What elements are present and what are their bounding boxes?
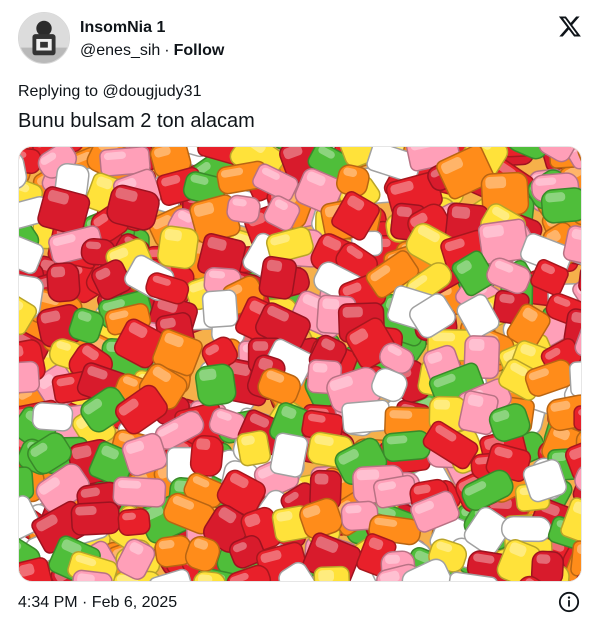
handle-separator: · — [164, 42, 170, 59]
candy-piece — [569, 359, 581, 397]
candy-piece — [112, 476, 167, 508]
author-handle[interactable]: @enes_sih — [80, 42, 160, 59]
candy-piece — [19, 360, 41, 395]
candy-piece — [530, 550, 564, 581]
candy-piece — [46, 262, 81, 303]
candy-piece — [31, 402, 74, 432]
candy-piece — [194, 363, 237, 407]
candy-piece — [581, 409, 582, 442]
candy-piece — [540, 187, 581, 224]
author-info: InsomNia 1 @enes_sih · Follow — [80, 18, 224, 62]
candy-piece — [500, 515, 552, 543]
candy-piece — [70, 501, 121, 536]
author-display-name[interactable]: InsomNia 1 — [80, 18, 224, 38]
candy-piece — [117, 508, 151, 537]
info-icon[interactable] — [558, 591, 580, 613]
candy-piece — [573, 405, 581, 431]
candy-piece — [236, 430, 272, 467]
candy-piece — [313, 565, 351, 581]
candy-piece — [341, 399, 392, 435]
candy-piece — [19, 581, 34, 582]
candy-piece — [157, 225, 199, 270]
tweet-media-image[interactable] — [18, 146, 582, 582]
candy-pile-photo — [19, 147, 582, 582]
candy-piece — [382, 430, 431, 463]
candy-piece — [201, 289, 239, 329]
x-logo-icon[interactable] — [558, 14, 582, 38]
tweet-text: Bunu bulsam 2 ton alacam — [18, 110, 255, 132]
tweet-header: InsomNia 1 @enes_sih · Follow — [18, 12, 584, 68]
candy-piece — [581, 258, 582, 309]
avatar[interactable] — [18, 12, 70, 64]
reply-context: Replying to @dougjudy31 — [18, 83, 202, 100]
candy-piece — [189, 434, 224, 477]
candy-piece — [226, 194, 261, 224]
author-handle-row: @enes_sih · Follow — [80, 40, 224, 62]
follow-button[interactable]: Follow — [174, 42, 225, 59]
candy-piece — [269, 432, 309, 478]
tweet-timestamp[interactable]: 4:34 PM · Feb 6, 2025 — [18, 593, 177, 613]
candy-piece — [258, 255, 298, 300]
